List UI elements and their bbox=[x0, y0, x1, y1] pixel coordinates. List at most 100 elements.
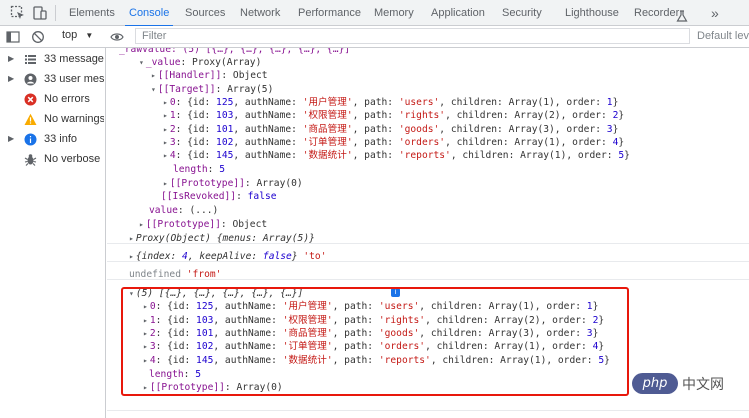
expand-arrow-icon[interactable]: ▸ bbox=[143, 342, 148, 351]
sidebar-item-errors[interactable]: No errors bbox=[0, 90, 106, 110]
filter-input[interactable] bbox=[135, 28, 690, 44]
console-token: : {id: bbox=[155, 301, 197, 312]
console-token: } bbox=[624, 150, 630, 161]
console-token: , children: Array(3), order: bbox=[439, 124, 607, 135]
log-levels-dropdown[interactable]: Default levels bbox=[697, 30, 749, 42]
console-line[interactable]: ▸ 2: {id: 101, authName: '商品管理', path: 'g… bbox=[163, 123, 618, 136]
inspect-element-icon[interactable] bbox=[10, 5, 26, 21]
console-line[interactable]: ▸ 4: {id: 145, authName: '数据统计', path: 'r… bbox=[163, 149, 630, 162]
console-line[interactable]: ▾ (5) [{…}, {…}, {…}, {…}, {…}] bbox=[129, 287, 303, 300]
console-token: , children: Array(1), order: bbox=[430, 355, 599, 366]
console-line[interactable]: ▸ 0: {id: 125, authName: '用户管理', path: 'u… bbox=[143, 300, 598, 313]
sidebar-item-label: 33 user mes... bbox=[44, 73, 104, 85]
clear-console-icon[interactable] bbox=[31, 29, 45, 43]
collapse-arrow-icon[interactable]: ▾ bbox=[129, 289, 134, 298]
sidebar-item-user-messages[interactable]: ▶ 33 user mes... bbox=[0, 70, 106, 90]
console-line[interactable]: ▸ 3: {id: 102, authName: '订单管理', path: 'o… bbox=[143, 340, 604, 353]
error-icon bbox=[24, 93, 37, 106]
console-line[interactable]: ▾ _value: Proxy(Array) bbox=[139, 56, 261, 69]
warning-icon bbox=[24, 113, 37, 126]
expand-arrow-icon[interactable]: ▸ bbox=[143, 316, 148, 325]
expand-arrow-icon[interactable]: ▸ bbox=[129, 252, 134, 261]
context-selector[interactable]: top ▼ bbox=[62, 29, 93, 41]
console-token: : bbox=[207, 164, 220, 175]
expand-arrow-icon[interactable]: ▸ bbox=[143, 383, 148, 392]
expand-arrow-icon[interactable]: ▸ bbox=[143, 302, 148, 311]
expand-arrow-icon[interactable]: ▸ bbox=[163, 179, 168, 188]
expand-arrow-icon[interactable]: ▸ bbox=[163, 98, 168, 107]
console-token: 'goods' bbox=[378, 328, 420, 339]
sidebar-item-messages[interactable]: ▶ 33 messages bbox=[0, 50, 106, 70]
expand-arrow-icon[interactable]: ▸ bbox=[151, 71, 156, 80]
tab-network[interactable]: Network bbox=[240, 0, 280, 26]
console-line[interactable]: ▸ [[Prototype]]: Array(0) bbox=[163, 177, 303, 190]
console-token: [[Prototype]] bbox=[145, 219, 221, 230]
sidebar-item-warnings[interactable]: No warnings bbox=[0, 110, 106, 130]
expand-arrow-icon[interactable]: ▸ bbox=[143, 356, 148, 365]
console-line[interactable]: ▸ 4: {id: 145, authName: '数据统计', path: 'r… bbox=[143, 354, 610, 367]
console-token: [[Target]] bbox=[157, 84, 216, 95]
console-token: , authName: bbox=[213, 341, 283, 352]
console-line[interactable]: ▸ Proxy(Object) {menus: Array(5)} bbox=[129, 232, 315, 245]
user-icon bbox=[24, 73, 37, 86]
tab-sources[interactable]: Sources bbox=[185, 0, 225, 26]
console-token: 'rights' bbox=[398, 110, 446, 121]
console-token: , path: bbox=[352, 124, 399, 135]
sidebar-item-info[interactable]: ▶ 33 info bbox=[0, 130, 106, 150]
console-line[interactable]: ▸ [[Prototype]]: Object bbox=[139, 218, 267, 231]
console-line[interactable]: ▸ 1: {id: 103, authName: '权限管理', path: 'r… bbox=[163, 109, 624, 122]
tab-console[interactable]: Console bbox=[124, 0, 174, 27]
console-token: } bbox=[598, 341, 605, 352]
console-line[interactable]: ▸ 0: {id: 125, authName: '用户管理', path: 'u… bbox=[163, 96, 618, 109]
expand-arrow-icon[interactable]: ▸ bbox=[163, 138, 168, 147]
expand-arrow-icon[interactable]: ▸ bbox=[163, 111, 168, 120]
tab-memory[interactable]: Memory bbox=[374, 0, 414, 26]
collapse-arrow-icon[interactable]: ▾ bbox=[151, 85, 156, 94]
console-token: } bbox=[592, 301, 599, 312]
tab-recorder[interactable]: Recorder bbox=[634, 0, 679, 26]
expand-arrow-icon[interactable]: ▸ bbox=[129, 234, 134, 243]
more-tabs-button[interactable]: » bbox=[711, 0, 719, 26]
console-token: : {id: bbox=[175, 97, 217, 108]
expand-arrow-icon[interactable]: ▸ bbox=[143, 329, 148, 338]
expand-arrow-icon[interactable]: ▸ bbox=[163, 151, 168, 160]
console-token: 'reports' bbox=[398, 150, 451, 161]
expand-arrow-icon[interactable]: ▸ bbox=[163, 125, 168, 134]
sidebar-item-label: No warnings bbox=[44, 113, 104, 125]
console-line[interactable]: ▸ [[Handler]]: Object bbox=[151, 69, 268, 82]
console-token: 'orders' bbox=[398, 137, 446, 148]
tab-application[interactable]: Application bbox=[431, 0, 485, 26]
tab-security[interactable]: Security bbox=[502, 0, 542, 26]
console-line[interactable]: ▸ 3: {id: 102, authName: '订单管理', path: 'o… bbox=[163, 136, 624, 149]
expand-arrow-icon: ▶ bbox=[8, 134, 15, 143]
console-token: '订单管理' bbox=[282, 341, 333, 352]
console-token: : (...) bbox=[177, 205, 219, 216]
console-token: , authName: bbox=[213, 301, 283, 312]
console-line[interactable]: ▾ [[Target]]: Array(5) bbox=[151, 83, 273, 96]
eye-icon[interactable] bbox=[110, 29, 124, 43]
console-line[interactable]: ▸ 1: {id: 103, authName: '权限管理', path: 'r… bbox=[143, 314, 604, 327]
console-token: 125 bbox=[196, 301, 214, 312]
console-token: 5 bbox=[219, 164, 225, 175]
tab-lighthouse[interactable]: Lighthouse bbox=[565, 0, 619, 26]
expand-arrow-icon[interactable]: ▸ bbox=[139, 220, 144, 229]
show-sidebar-icon[interactable] bbox=[6, 29, 20, 43]
console-token: 'rights' bbox=[378, 315, 426, 326]
sidebar-item-verbose[interactable]: No verbose bbox=[0, 150, 106, 170]
device-toolbar-icon[interactable] bbox=[32, 5, 48, 21]
console-token: : {id: bbox=[175, 137, 217, 148]
console-token: : {id: bbox=[175, 124, 217, 135]
console-token: , authName: bbox=[213, 355, 283, 366]
console-token: [[Handler]] bbox=[157, 70, 222, 81]
tab-elements[interactable]: Elements bbox=[69, 0, 115, 26]
console-token: , children: Array(1), order: bbox=[439, 97, 607, 108]
console-token: } bbox=[598, 315, 605, 326]
sidebar-item-label: 33 messages bbox=[44, 53, 104, 65]
console-line[interactable]: ▸ [[Prototype]]: Array(0) bbox=[143, 381, 283, 394]
collapse-arrow-icon[interactable]: ▾ bbox=[139, 58, 144, 67]
console-line[interactable]: ▸ 2: {id: 101, authName: '商品管理', path: 'g… bbox=[143, 327, 598, 340]
console-token: 'goods' bbox=[398, 124, 440, 135]
console-line[interactable]: ▸ {index: 4, keepAlive: false} 'to' bbox=[129, 250, 326, 263]
tab-performance[interactable]: Performance bbox=[298, 0, 361, 26]
console-token: '订单管理' bbox=[302, 137, 353, 148]
